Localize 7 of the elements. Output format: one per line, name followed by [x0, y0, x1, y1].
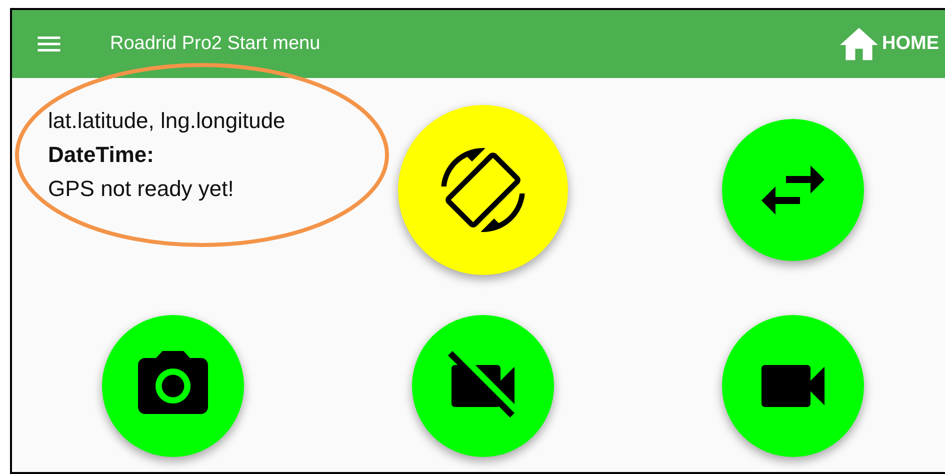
screen-rotation-icon — [441, 148, 525, 232]
app-title: Roadrid Pro2 Start menu — [110, 33, 322, 55]
status-text: GPS not ready yet! — [48, 175, 235, 203]
home-icon — [840, 25, 878, 63]
home-button[interactable]: HOME — [838, 25, 941, 63]
label-text: DateTime: — [48, 141, 155, 169]
status-text: lat.latitude, lng.longitude — [48, 107, 286, 135]
